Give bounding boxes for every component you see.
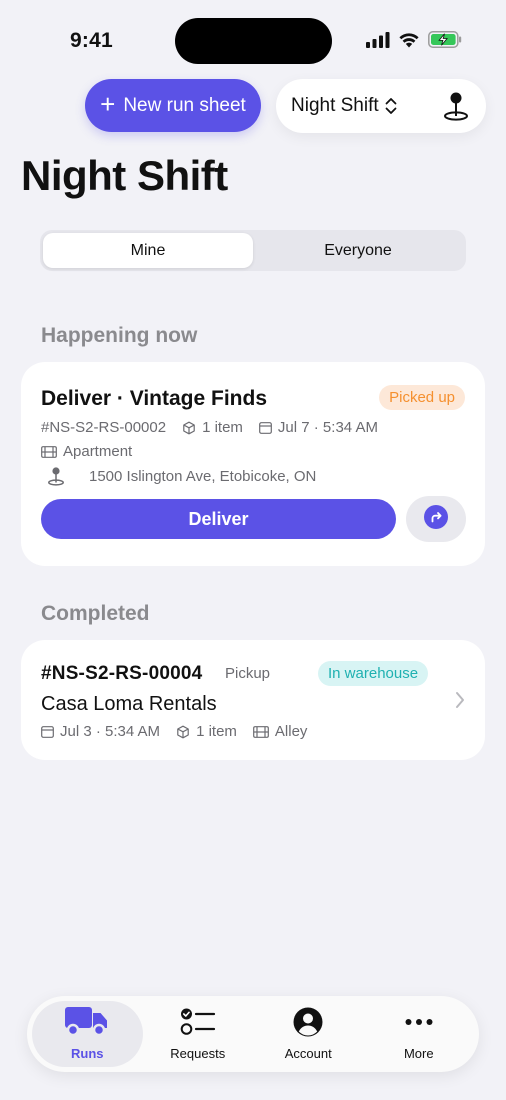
navigate-button[interactable] xyxy=(406,496,466,542)
new-run-sheet-button[interactable]: + New run sheet xyxy=(85,79,261,132)
item-count: 1 item xyxy=(202,419,243,436)
tab-label: Requests xyxy=(170,1046,226,1061)
calendar-icon xyxy=(259,421,272,434)
directions-icon xyxy=(424,504,448,534)
happening-now-heading: Happening now xyxy=(41,324,198,347)
new-run-sheet-label: New run sheet xyxy=(123,94,246,116)
tab-account[interactable]: Account xyxy=(253,1001,364,1067)
person-circle-icon xyxy=(293,1007,323,1042)
tab-label: Account xyxy=(284,1046,332,1061)
run-type: Pickup xyxy=(225,665,271,682)
tab-bar: Runs Requests Account More xyxy=(27,996,479,1072)
ellipsis-icon xyxy=(404,1007,434,1042)
box-icon xyxy=(182,421,196,435)
run-title: Deliver · Vintage Finds xyxy=(41,387,268,410)
shift-picker-label: Night Shift xyxy=(291,95,379,116)
status-time: 9:41 xyxy=(70,29,113,52)
chevron-right-icon xyxy=(455,691,465,714)
deliver-button[interactable]: Deliver xyxy=(41,499,396,539)
segment-everyone[interactable]: Everyone xyxy=(253,233,463,268)
run-id: #NS-S2-RS-00004 xyxy=(41,663,203,684)
wifi-icon xyxy=(398,32,420,53)
battery-charging-icon xyxy=(428,31,462,53)
ownership-segmented-control: Mine Everyone xyxy=(40,230,466,271)
current-run-card[interactable]: Deliver · Vintage Finds Picked up #NS-S2… xyxy=(21,362,485,566)
box-icon xyxy=(176,725,190,739)
checklist-icon xyxy=(180,1007,216,1042)
run-date: Jul 3 · 5:34 AM xyxy=(60,723,161,740)
status-badge: Picked up xyxy=(379,385,465,410)
location-type: Alley xyxy=(274,723,308,740)
run-date: Jul 7 · 5:34 AM xyxy=(277,419,378,436)
address: 1500 Islington Ave, Etobicoke, ON xyxy=(89,467,317,485)
run-id: #NS-S2-RS-00002 xyxy=(41,419,167,436)
location-type-row: Apartment xyxy=(41,443,132,460)
building-icon xyxy=(41,445,57,458)
dynamic-island xyxy=(175,18,332,64)
segment-mine[interactable]: Mine xyxy=(43,233,253,268)
location-type: Apartment xyxy=(63,443,133,460)
client-name: Casa Loma Rentals xyxy=(41,693,217,715)
page-title: Night Shift xyxy=(21,152,228,199)
calendar-icon xyxy=(41,725,54,738)
completed-run-card[interactable]: #NS-S2-RS-00004 Pickup In warehouse Casa… xyxy=(21,640,485,760)
status-badge: In warehouse xyxy=(318,661,429,686)
completed-heading: Completed xyxy=(41,602,150,625)
status-icons xyxy=(366,31,462,53)
tab-requests[interactable]: Requests xyxy=(143,1001,254,1067)
address-row: 1500 Islington Ave, Etobicoke, ON xyxy=(47,466,316,486)
plus-icon: + xyxy=(100,89,116,119)
item-count: 1 item xyxy=(196,723,237,740)
tab-label: Runs xyxy=(71,1046,104,1061)
tab-runs[interactable]: Runs xyxy=(32,1001,143,1067)
map-pin-icon[interactable] xyxy=(442,91,470,126)
signal-icon xyxy=(366,31,390,53)
tab-more[interactable]: More xyxy=(364,1001,475,1067)
shift-picker[interactable]: Night Shift xyxy=(276,79,486,133)
chevron-up-down-icon xyxy=(384,96,398,116)
status-bar: 9:41 xyxy=(0,0,506,80)
truck-icon xyxy=(65,1007,109,1042)
tab-label: More xyxy=(403,1046,434,1061)
run-meta-row: Jul 3 · 5:34 AM 1 item Alley xyxy=(41,723,307,740)
map-pin-icon xyxy=(47,466,65,486)
building-icon xyxy=(253,725,269,738)
run-meta-row: #NS-S2-RS-00002 1 item Jul 7 · 5:34 AM xyxy=(41,419,378,436)
